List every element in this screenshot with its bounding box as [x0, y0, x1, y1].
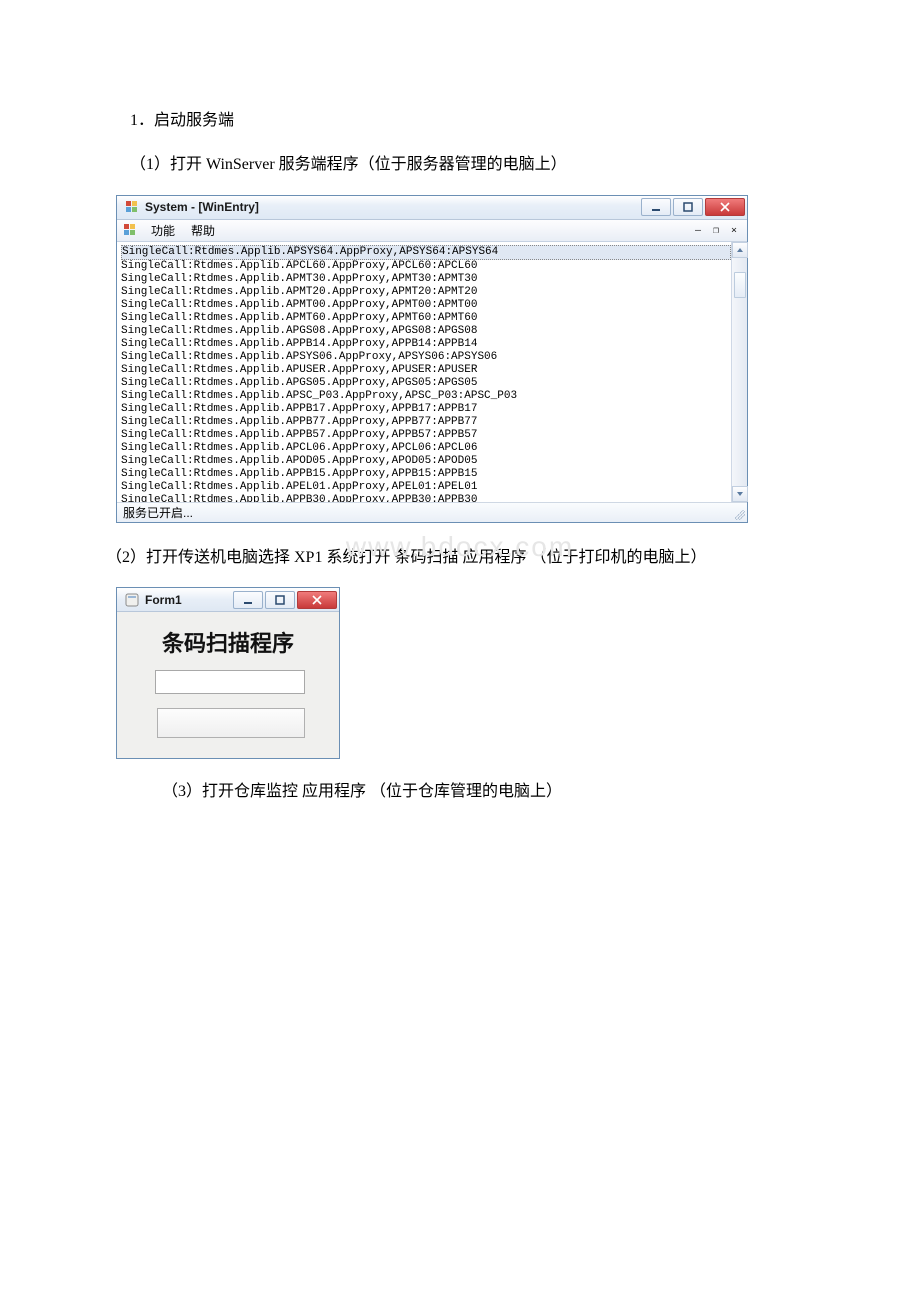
- log-line: SingleCall:Rtdmes.Applib.APSYS06.AppProx…: [121, 351, 731, 364]
- menu-help[interactable]: 帮助: [189, 222, 217, 239]
- log-line: SingleCall:Rtdmes.Applib.APMT20.AppProxy…: [121, 286, 731, 299]
- mdi-controls: – ❐ ×: [691, 223, 741, 237]
- mdi-restore-icon[interactable]: ❐: [709, 223, 723, 237]
- barcode-titlebar[interactable]: Form1: [117, 588, 339, 612]
- log-line: SingleCall:Rtdmes.Applib.APCL60.AppProxy…: [121, 260, 731, 273]
- log-line: SingleCall:Rtdmes.Applib.APCL06.AppProxy…: [121, 442, 731, 455]
- app-icon-small: [123, 223, 137, 237]
- scroll-down-button[interactable]: [732, 486, 748, 502]
- log-line: SingleCall:Rtdmes.Applib.APUSER.AppProxy…: [121, 364, 731, 377]
- menu-function[interactable]: 功能: [149, 222, 177, 239]
- log-line: SingleCall:Rtdmes.Applib.APPB15.AppProxy…: [121, 468, 731, 481]
- scroll-up-button[interactable]: [732, 242, 748, 258]
- scroll-thumb[interactable]: [734, 272, 746, 298]
- maximize-button[interactable]: [673, 198, 703, 216]
- log-line: SingleCall:Rtdmes.Applib.APPB17.AppProxy…: [121, 403, 731, 416]
- log-line: SingleCall:Rtdmes.Applib.APOD05.AppProxy…: [121, 455, 731, 468]
- barcode-action-button[interactable]: [157, 708, 305, 738]
- doc-step-3: （3）打开仓库监控 应用程序 （位于仓库管理的电脑上）: [130, 777, 810, 807]
- log-line: SingleCall:Rtdmes.Applib.APSC_P03.AppPro…: [121, 390, 731, 403]
- section-title: 1．启动服务端: [130, 106, 810, 136]
- log-line: SingleCall:Rtdmes.Applib.APGS08.AppProxy…: [121, 325, 731, 338]
- minimize-button[interactable]: [233, 591, 263, 609]
- winserver-window: System - [WinEntry] 功能 帮助 – ❐ × SingleCa…: [116, 195, 748, 523]
- winserver-titlebar[interactable]: System - [WinEntry]: [117, 196, 747, 220]
- log-line: SingleCall:Rtdmes.Applib.APMT00.AppProxy…: [121, 299, 731, 312]
- log-line: SingleCall:Rtdmes.Applib.APMT30.AppProxy…: [121, 273, 731, 286]
- status-bar: 服务已开启...: [117, 502, 747, 522]
- doc-step-1: （1）打开 WinServer 服务端程序（位于服务器管理的电脑上）: [130, 150, 810, 180]
- mdi-minimize-icon[interactable]: –: [691, 223, 705, 237]
- barcode-title: Form1: [145, 593, 233, 607]
- log-line: SingleCall:Rtdmes.Applib.APPB30.AppProxy…: [121, 494, 731, 502]
- winserver-title: System - [WinEntry]: [145, 200, 641, 214]
- doc-step-2: （2）打开传送机电脑选择 XP1 系统打开 条码扫描 应用程序 （位于打印机的电…: [170, 543, 810, 573]
- log-line: SingleCall:Rtdmes.Applib.APPB77.AppProxy…: [121, 416, 731, 429]
- close-button[interactable]: [297, 591, 337, 609]
- log-output[interactable]: SingleCall:Rtdmes.Applib.APSYS64.AppProx…: [117, 242, 747, 502]
- vertical-scrollbar[interactable]: [731, 242, 747, 502]
- barcode-heading: 条码扫描程序: [131, 626, 325, 658]
- status-text: 服务已开启...: [123, 504, 193, 521]
- log-line: SingleCall:Rtdmes.Applib.APPB14.AppProxy…: [121, 338, 731, 351]
- app-icon: [125, 200, 139, 214]
- mdi-close-icon[interactable]: ×: [727, 223, 741, 237]
- barcode-window: Form1 条码扫描程序: [116, 587, 340, 759]
- log-line: SingleCall:Rtdmes.Applib.APEL01.AppProxy…: [121, 481, 731, 494]
- log-line: SingleCall:Rtdmes.Applib.APMT60.AppProxy…: [121, 312, 731, 325]
- maximize-button[interactable]: [265, 591, 295, 609]
- log-line: SingleCall:Rtdmes.Applib.APSYS64.AppProx…: [121, 245, 731, 260]
- form-icon: [125, 593, 139, 607]
- log-line: SingleCall:Rtdmes.Applib.APGS05.AppProxy…: [121, 377, 731, 390]
- log-line: SingleCall:Rtdmes.Applib.APPB57.AppProxy…: [121, 429, 731, 442]
- winserver-menubar: 功能 帮助 – ❐ ×: [117, 220, 747, 242]
- close-button[interactable]: [705, 198, 745, 216]
- minimize-button[interactable]: [641, 198, 671, 216]
- barcode-input[interactable]: [155, 670, 305, 694]
